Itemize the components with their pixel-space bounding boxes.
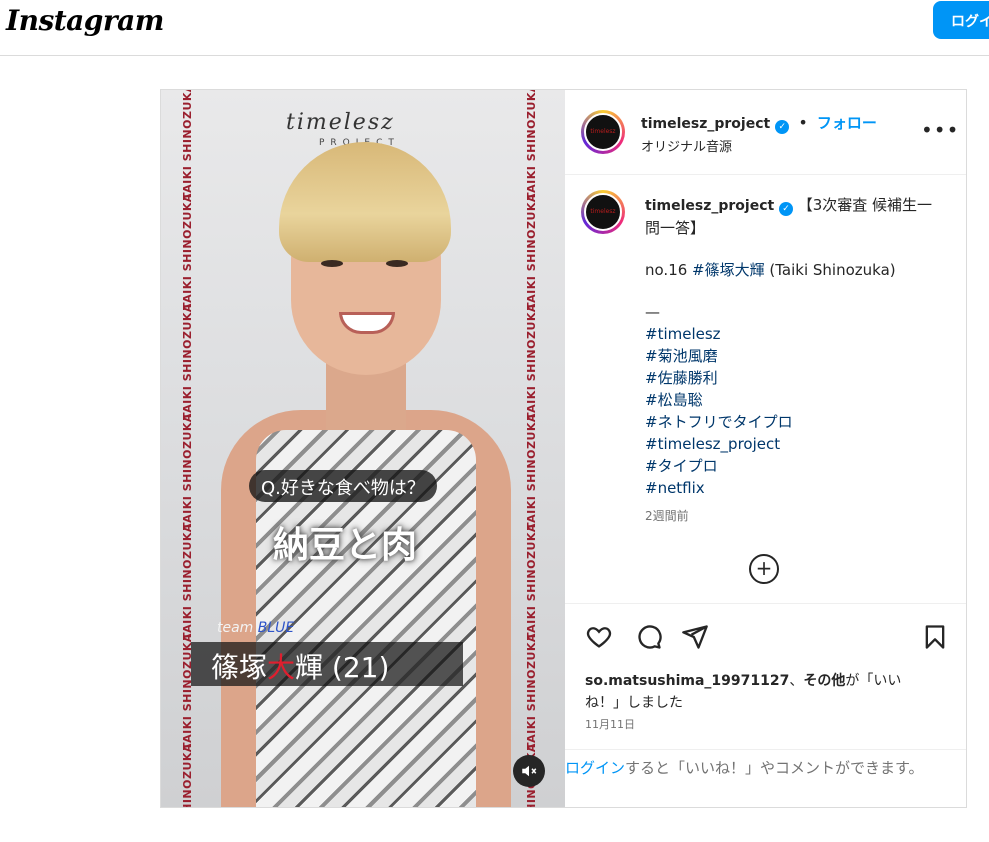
- caption-romaji: (Taiki Shinozuka): [764, 261, 896, 279]
- post-date[interactable]: 11月11日: [585, 716, 635, 732]
- liker-username[interactable]: so.matsushima_19971127: [585, 673, 789, 689]
- share-icon[interactable]: [681, 623, 709, 651]
- caption-section: timelesz timelesz_project ✓ 【3次審査 候補生一問一…: [565, 176, 966, 604]
- person-eye-left: [321, 260, 343, 267]
- comment-icon[interactable]: [635, 623, 663, 651]
- caption-number: no.16: [645, 261, 693, 279]
- hashtag-link[interactable]: #タイプロ: [645, 455, 935, 477]
- like-heart-icon[interactable]: [585, 623, 613, 651]
- caption-line: no.16 #篠塚大輝 (Taiki Shinozuka): [645, 259, 935, 281]
- post-header: timelesz timelesz_project ✓ • フォロー オリジナル…: [565, 90, 966, 175]
- login-link[interactable]: ログイン: [565, 759, 625, 777]
- team-label: team BLUE: [217, 620, 294, 636]
- avatar-image: timelesz: [584, 113, 622, 151]
- others-link[interactable]: その他: [803, 673, 845, 689]
- hashtag-link[interactable]: #菊池風磨: [645, 345, 935, 367]
- post-sidebar: timelesz timelesz_project ✓ • フォロー オリジナル…: [565, 90, 966, 807]
- avatar-image: timelesz: [584, 193, 622, 231]
- verified-badge-icon: ✓: [778, 202, 793, 216]
- post-time[interactable]: 2週間前: [645, 507, 689, 524]
- team-color: BLUE: [257, 620, 295, 636]
- caption-text: timelesz_project ✓ 【3次審査 候補生一問一答】 no.16 …: [645, 194, 935, 499]
- hashtag-link[interactable]: #松島聡: [645, 389, 935, 411]
- plus-icon: +: [755, 556, 773, 580]
- caption-dash: —: [645, 303, 660, 321]
- answer-caption: 納豆と肉: [273, 525, 418, 566]
- more-options-button[interactable]: •••: [921, 118, 959, 142]
- author-avatar[interactable]: timelesz: [581, 110, 625, 154]
- audio-label[interactable]: オリジナル音源: [641, 136, 732, 155]
- caption-username[interactable]: timelesz_project: [645, 198, 774, 214]
- side-watermark-left: TAIKI SHINOZUKA TAIKI SHINOZUKA TAIKI SH…: [181, 90, 194, 807]
- post-video[interactable]: TAIKI SHINOZUKA TAIKI SHINOZUKA TAIKI SH…: [161, 90, 565, 807]
- bookmark-icon[interactable]: [921, 623, 949, 651]
- side-watermark-right: TAIKI SHINOZUKA TAIKI SHINOZUKA TAIKI SH…: [525, 90, 538, 807]
- hashtag-link[interactable]: #timelesz: [645, 323, 935, 345]
- brand-logo: timelesz: [286, 110, 395, 135]
- separator-dot: •: [798, 113, 808, 132]
- caption-author-avatar[interactable]: timelesz: [581, 190, 625, 234]
- verified-badge-icon: ✓: [775, 120, 790, 134]
- header-user-line: timelesz_project ✓ • フォロー: [641, 112, 877, 134]
- hashtag-link[interactable]: #佐藤勝利: [645, 367, 935, 389]
- person-eye-right: [386, 260, 408, 267]
- action-bar: [565, 605, 966, 665]
- name-part-1: 篠塚: [211, 651, 268, 684]
- hashtag-link[interactable]: #ネトフリでタイプロ: [645, 411, 935, 433]
- team-prefix: team: [217, 620, 254, 636]
- instagram-logo[interactable]: Instagram: [6, 4, 164, 37]
- author-username[interactable]: timelesz_project: [641, 116, 770, 132]
- speaker-muted-icon: [522, 765, 537, 777]
- login-button[interactable]: ログイ: [933, 1, 989, 39]
- post-container: TAIKI SHINOZUKA TAIKI SHINOZUKA TAIKI SH…: [160, 89, 967, 808]
- login-prompt-text: ログインすると「いいね！」やコメントができます。: [565, 758, 955, 779]
- load-more-comments-button[interactable]: +: [749, 554, 779, 584]
- mute-button[interactable]: [513, 755, 545, 787]
- name-caption: 篠塚大輝 (21): [191, 642, 463, 686]
- hashtag-link[interactable]: #篠塚大輝: [692, 261, 765, 279]
- hashtag-link[interactable]: #netflix: [645, 477, 935, 499]
- person-hair: [279, 142, 451, 262]
- follow-button[interactable]: フォロー: [817, 114, 877, 132]
- hashtag-link[interactable]: #timelesz_project: [645, 433, 935, 455]
- question-caption: Q.好きな食べ物は？: [249, 470, 437, 502]
- login-message: すると「いいね！」やコメントができます。: [625, 759, 924, 777]
- likes-summary: so.matsushima_19971127、その他が「いいね！」しました: [585, 670, 915, 714]
- name-part-2: 大: [267, 651, 296, 684]
- likes-separator: 、: [789, 673, 804, 689]
- name-part-3: 輝 (21): [295, 651, 390, 684]
- top-bar: Instagram ログイ: [0, 0, 989, 56]
- login-prompt: ログインすると「いいね！」やコメントができます。: [565, 749, 966, 807]
